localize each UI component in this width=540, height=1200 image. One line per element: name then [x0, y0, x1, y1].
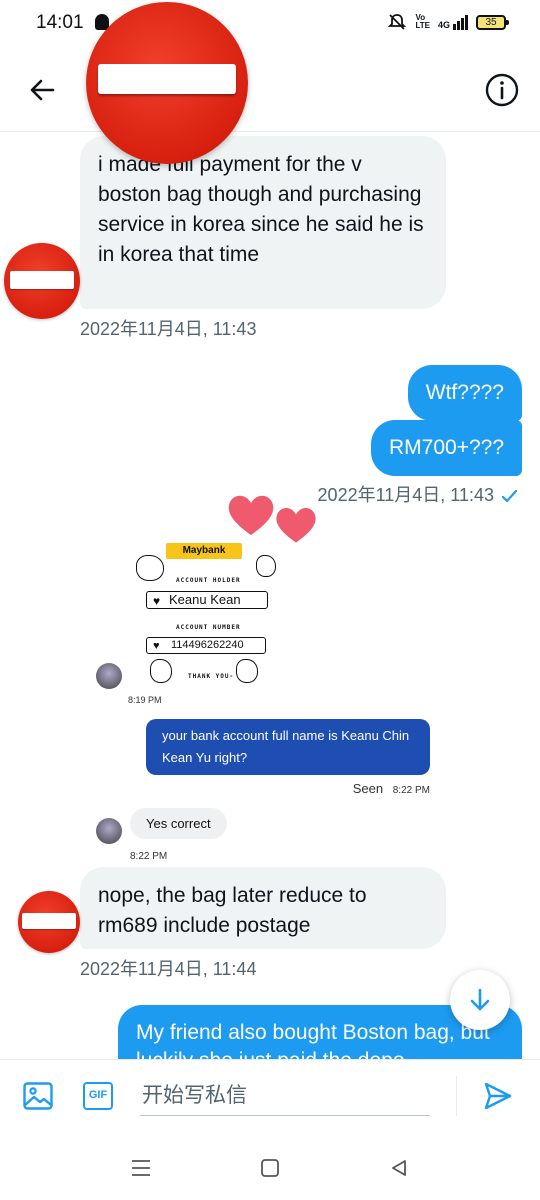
- contact-avatar: [96, 818, 122, 844]
- mute-bell-icon: [388, 14, 407, 30]
- back-button[interactable]: [22, 70, 62, 110]
- account-number-box: ♥ 114496262240: [146, 637, 266, 654]
- snoopy-sticker-icon: [150, 659, 172, 683]
- seen-status: Seen 8:22 PM: [353, 781, 430, 796]
- sender-avatar[interactable]: [18, 891, 80, 953]
- add-gif-button[interactable]: GIF: [80, 1078, 116, 1114]
- snoopy-sticker-icon: [136, 555, 164, 581]
- heart-icon: ♥: [153, 594, 161, 608]
- network-label: 4G: [437, 19, 450, 30]
- info-button[interactable]: [482, 70, 522, 110]
- maybank-logo: Maybank: [166, 543, 242, 559]
- message-text: Wtf????: [425, 381, 504, 404]
- gif-icon: GIF: [83, 1082, 113, 1110]
- message-text: i made full payment for the v boston bag…: [98, 153, 424, 266]
- scroll-to-bottom-button[interactable]: [450, 970, 510, 1030]
- conversation-header: [0, 2, 540, 164]
- conversation-avatar[interactable]: [86, 2, 248, 164]
- recent-apps-button[interactable]: [126, 1155, 156, 1181]
- status-time: 14:01: [36, 12, 84, 33]
- message-time: 8:22 PM: [130, 851, 168, 862]
- arrow-down-icon: [470, 988, 490, 1011]
- arrow-left-icon: [30, 79, 55, 101]
- status-bar: 14:01 Vo LTE 4G 35: [0, 0, 540, 48]
- volte-icon: Vo LTE: [415, 13, 430, 30]
- home-button[interactable]: [255, 1155, 285, 1181]
- status-icons: Vo LTE 4G 35: [387, 12, 509, 32]
- outgoing-message-bubble[interactable]: Wtf????: [407, 365, 522, 421]
- embedded-incoming-bubble: Yes correct: [130, 808, 227, 839]
- seen-time: 8:22 PM: [392, 785, 430, 796]
- account-holder-box: ♥ Keanu Kean: [146, 591, 268, 609]
- incoming-message-bubble[interactable]: nope, the bag later reduce to rm689 incl…: [80, 867, 446, 949]
- message-list[interactable]: i made full payment for the v boston bag…: [0, 133, 540, 1059]
- account-holder-name: Keanu Kean: [169, 592, 241, 607]
- send-button[interactable]: [480, 1078, 516, 1114]
- send-icon: [484, 1082, 512, 1110]
- battery-icon: 35: [476, 14, 509, 30]
- message-input[interactable]: [140, 1074, 430, 1116]
- snoopy-sticker-icon: [256, 555, 276, 577]
- square-icon: [261, 1159, 279, 1177]
- info-circle-icon: [485, 73, 519, 107]
- composer-divider: [456, 1076, 457, 1116]
- image-icon: [23, 1082, 53, 1110]
- heart-sticker-icon: [276, 508, 316, 543]
- back-nav-button[interactable]: [384, 1155, 414, 1181]
- heart-icon: ♥: [153, 640, 160, 652]
- message-text: My friend also bought Boston bag, but lu…: [136, 1021, 490, 1059]
- account-number: 114496262240: [171, 639, 244, 651]
- thank-you-label: THANK YOU-: [188, 673, 235, 680]
- contact-avatar: [96, 663, 122, 689]
- snoopy-sticker-icon: [236, 659, 258, 683]
- add-photo-button[interactable]: [20, 1078, 56, 1114]
- message-time: 8:19 PM: [128, 695, 162, 705]
- account-holder-label: ACCOUNT HOLDER: [176, 577, 241, 584]
- menu-icon: [132, 1160, 150, 1176]
- message-text: nope, the bag later reduce to rm689 incl…: [98, 884, 367, 937]
- heart-sticker-icon: [228, 495, 274, 535]
- embedded-outgoing-bubble: your bank account full name is Keanu Chi…: [146, 719, 430, 775]
- signal-4g-icon: 4G: [437, 14, 468, 30]
- triangle-back-icon: [392, 1160, 406, 1176]
- seen-label: Seen: [352, 781, 384, 796]
- message-timestamp: 2022年11月4日, 11:43: [80, 319, 257, 339]
- checkmark-icon: [501, 490, 518, 503]
- sender-avatar[interactable]: [4, 243, 80, 319]
- system-navigation-bar: [0, 1135, 540, 1200]
- incoming-message-bubble[interactable]: i made full payment for the v boston bag…: [80, 136, 446, 309]
- account-number-label: ACCOUNT NUMBER: [176, 624, 241, 631]
- message-text: RM700+???: [389, 436, 504, 459]
- message-composer: GIF: [0, 1059, 540, 1135]
- outgoing-message-bubble[interactable]: RM700+???: [371, 420, 522, 476]
- message-timestamp: 2022年11月4日, 11:44: [80, 959, 257, 979]
